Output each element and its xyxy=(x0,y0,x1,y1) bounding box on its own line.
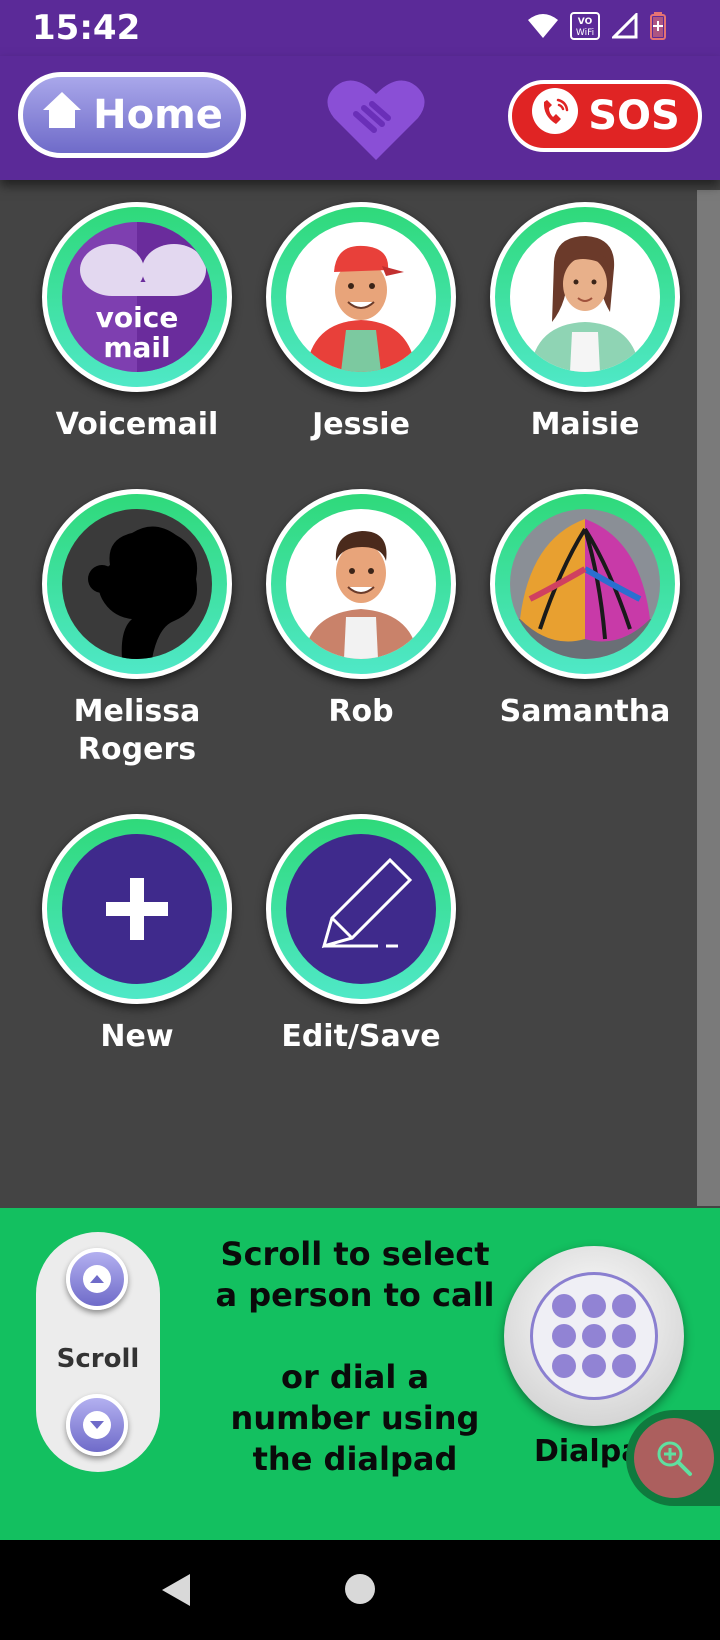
contact-name: Rob xyxy=(328,694,394,729)
contact-name: Melissa Rogers xyxy=(73,694,201,767)
home-icon xyxy=(41,90,83,140)
man-avatar xyxy=(286,509,436,659)
contact-edit-save[interactable]: Edit/Save xyxy=(249,814,473,1056)
avatar-ring xyxy=(42,489,232,679)
sos-button[interactable]: SOS xyxy=(508,80,702,152)
bottom-panel: Scroll Scroll to select a person to call… xyxy=(0,1208,720,1540)
battery-icon xyxy=(650,12,666,40)
scroll-down-button[interactable] xyxy=(66,1394,128,1456)
contact-voicemail[interactable]: voice mail Voicemail xyxy=(25,202,249,444)
home-label: Home xyxy=(93,92,223,138)
nav-home-button[interactable] xyxy=(345,1574,375,1604)
new-avatar xyxy=(62,834,212,984)
contact-name: Maisie xyxy=(530,407,640,442)
svg-text:WiFi: WiFi xyxy=(576,28,594,38)
heart-handshake-logo xyxy=(326,74,426,164)
contact-name: Jessie xyxy=(312,407,410,442)
magnifier-overlay xyxy=(626,1410,720,1506)
contact-jessie[interactable]: Jessie xyxy=(249,202,473,444)
navigation-bar xyxy=(0,1540,720,1640)
instructions-text: Scroll to select a person to call or dia… xyxy=(210,1234,500,1480)
wifi-icon xyxy=(528,14,558,38)
avatar-ring xyxy=(266,814,456,1004)
cell-signal-icon xyxy=(612,13,638,39)
dialpad-icon xyxy=(530,1272,658,1400)
silhouette-avatar xyxy=(62,509,212,659)
contact-name: Voicemail xyxy=(55,407,219,442)
status-icons: VO WiFi xyxy=(528,12,666,40)
zoom-in-button[interactable] xyxy=(634,1418,714,1498)
contact-melissa-rogers[interactable]: Melissa Rogers xyxy=(25,489,249,769)
avatar-ring xyxy=(490,489,680,679)
edit-avatar xyxy=(286,834,436,984)
scroll-up-button[interactable] xyxy=(66,1248,128,1310)
phone-call-icon xyxy=(530,86,580,146)
svg-text:mail: mail xyxy=(103,331,170,364)
contact-name: New xyxy=(100,1019,174,1054)
avatar-ring xyxy=(266,489,456,679)
dialpad-button[interactable] xyxy=(504,1246,684,1426)
avatar-ring xyxy=(42,814,232,1004)
contact-name: Samantha xyxy=(499,694,671,729)
scroll-control: Scroll xyxy=(36,1232,160,1472)
contact-maisie[interactable]: Maisie xyxy=(473,202,697,444)
plus-icon xyxy=(106,878,168,940)
home-button[interactable]: Home xyxy=(18,72,246,158)
app-header: Home SOS xyxy=(0,56,720,180)
contact-rob[interactable]: Rob xyxy=(249,489,473,731)
status-time: 15:42 xyxy=(32,8,141,48)
vowifi-icon: VO WiFi xyxy=(570,12,600,40)
butterfly-wings-photo xyxy=(510,509,660,659)
contact-samantha[interactable]: Samantha xyxy=(473,489,697,731)
chevron-up-icon xyxy=(83,1265,111,1293)
contact-name: Edit/Save xyxy=(281,1019,441,1054)
avatar-ring xyxy=(490,202,680,392)
voicemail-icon: voice mail xyxy=(62,222,212,372)
instructions-line-1: Scroll to select a person to call xyxy=(215,1235,495,1314)
zoom-in-icon xyxy=(657,1441,692,1476)
scrollbar[interactable] xyxy=(697,190,720,1206)
man-cap-avatar xyxy=(286,222,436,372)
instructions-line-2: or dial a number using the dialpad xyxy=(230,1358,480,1478)
chevron-down-icon xyxy=(83,1411,111,1439)
sos-label: SOS xyxy=(588,93,680,139)
contact-new[interactable]: New xyxy=(25,814,249,1056)
pencil-icon xyxy=(321,857,413,949)
avatar-ring: voice mail xyxy=(42,202,232,392)
back-icon xyxy=(162,1574,190,1606)
svg-text:VO: VO xyxy=(578,17,593,27)
status-bar: 15:42 VO WiFi xyxy=(0,0,720,56)
woman-avatar xyxy=(510,222,660,372)
svg-text:voice: voice xyxy=(96,301,179,334)
avatar-ring xyxy=(266,202,456,392)
scroll-label: Scroll xyxy=(56,1344,140,1374)
back-button[interactable] xyxy=(160,1572,194,1612)
